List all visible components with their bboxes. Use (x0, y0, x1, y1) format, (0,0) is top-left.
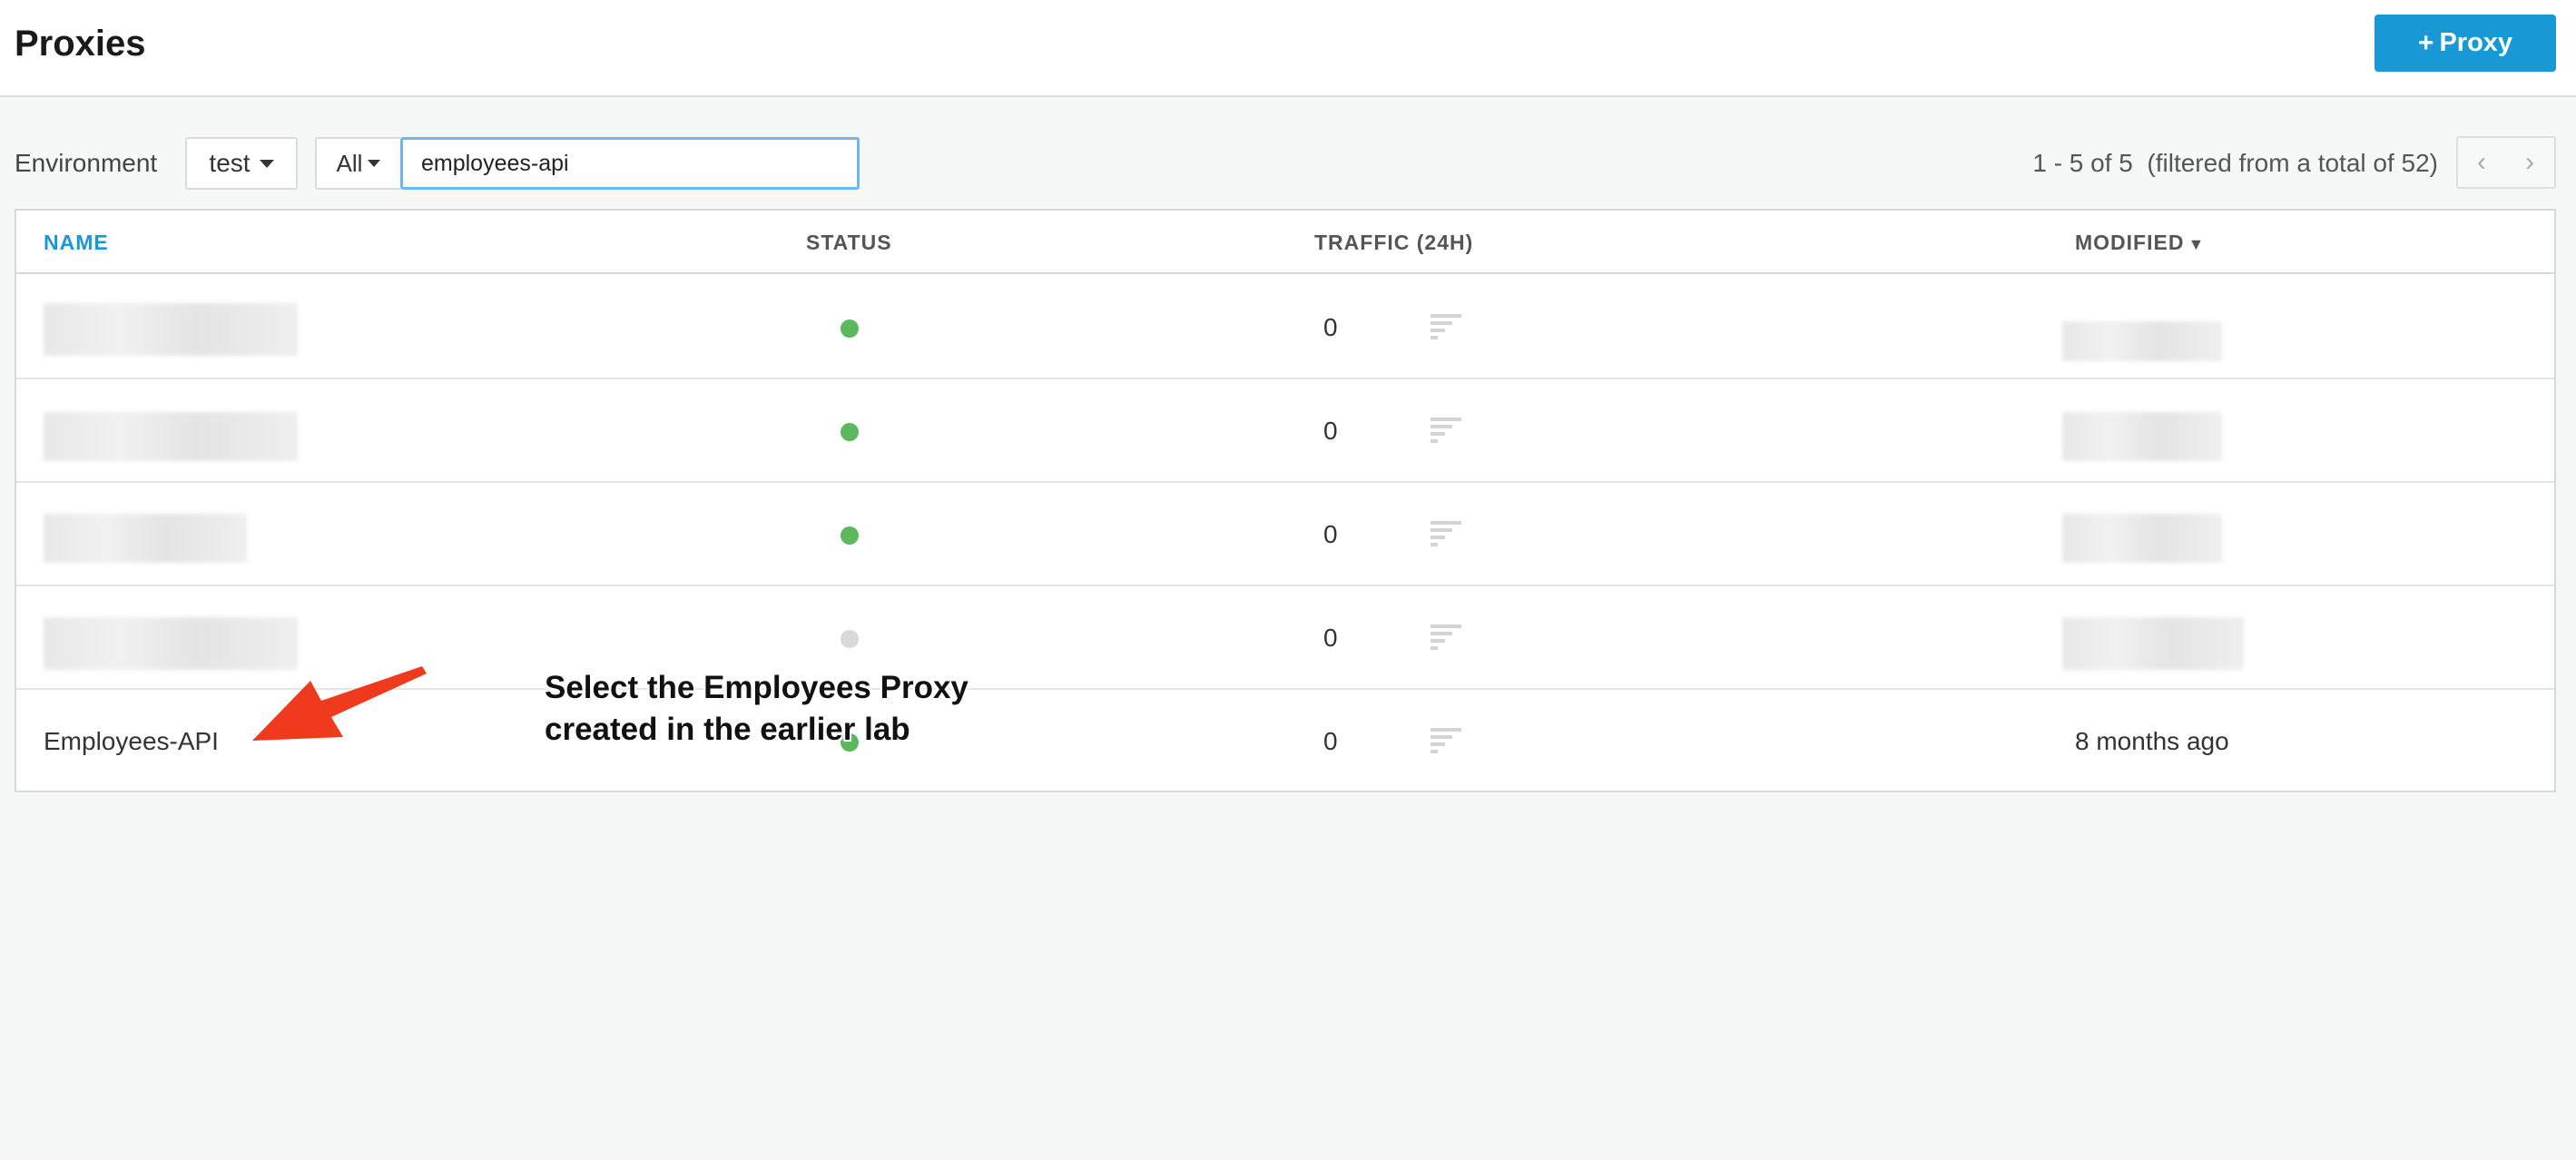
proxy-name[interactable]: Employees-API (44, 690, 219, 793)
table-header: NAME STATUS TRAFFIC (24H) MODIFIED ▼ (16, 211, 2554, 274)
redacted-modified (2062, 412, 2222, 461)
environment-select-value: test (209, 149, 251, 177)
annotation-line-2: created in the earlier lab (545, 712, 910, 747)
next-page-button[interactable]: › (2505, 136, 2556, 189)
redacted-name (44, 514, 247, 563)
page-header: Proxies + Proxy (0, 0, 2576, 97)
sort-descending-icon: ▼ (2188, 235, 2206, 253)
column-header-traffic[interactable]: TRAFFIC (24H) (1314, 211, 1473, 274)
environment-label: Environment (15, 149, 158, 177)
page-title: Proxies (15, 24, 146, 64)
column-header-name[interactable]: NAME (44, 211, 109, 274)
annotation-arrow-shape (252, 666, 427, 741)
column-header-modified[interactable]: MODIFIED ▼ (2075, 211, 2205, 276)
annotation-callout: Select the Employees Proxy created in th… (545, 667, 968, 751)
chevron-right-icon: › (2525, 147, 2534, 177)
environment-select[interactable]: test (185, 137, 298, 190)
pagination-summary: 1 - 5 of 5 (filtered from a total of 52) (2032, 149, 2438, 177)
redacted-name (44, 412, 298, 461)
traffic-count: 0 (1323, 624, 1338, 652)
column-header-status[interactable]: STATUS (806, 211, 892, 274)
chevron-down-icon (368, 160, 381, 167)
redacted-modified (2062, 321, 2222, 361)
status-indicator (841, 526, 859, 545)
redacted-name (44, 303, 298, 356)
previous-page-button[interactable]: ‹ (2456, 136, 2507, 189)
filter-scope-select[interactable]: All (315, 137, 400, 190)
traffic-chart-icon[interactable] (1431, 314, 1467, 341)
status-indicator (841, 319, 859, 338)
traffic-chart-icon[interactable] (1431, 418, 1467, 445)
column-header-modified-label: MODIFIED (2075, 231, 2185, 254)
traffic-count: 0 (1323, 313, 1338, 341)
add-proxy-button[interactable]: + Proxy (2374, 15, 2556, 72)
traffic-chart-icon[interactable] (1431, 624, 1467, 652)
status-indicator (841, 630, 859, 648)
chevron-down-icon (259, 159, 274, 168)
table-row[interactable]: 0 (16, 276, 2554, 379)
annotation-arrow-icon (252, 666, 427, 741)
redacted-modified (2062, 514, 2222, 563)
traffic-chart-icon[interactable] (1431, 521, 1467, 548)
table-row[interactable]: 0 (16, 483, 2554, 586)
redacted-modified (2062, 617, 2244, 670)
annotation-line-1: Select the Employees Proxy (545, 670, 968, 705)
traffic-count: 0 (1323, 417, 1338, 445)
filter-scope-value: All (336, 149, 363, 177)
plus-icon: + (2417, 27, 2434, 58)
traffic-count: 0 (1323, 520, 1338, 548)
add-proxy-button-label: Proxy (2439, 28, 2513, 57)
traffic-chart-icon[interactable] (1431, 728, 1467, 755)
traffic-count: 0 (1323, 727, 1338, 755)
search-input[interactable] (400, 137, 860, 190)
table-row[interactable]: 0 (16, 379, 2554, 483)
status-indicator (841, 423, 859, 441)
modified-date: 8 months ago (2075, 727, 2229, 755)
chevron-left-icon: ‹ (2477, 147, 2486, 177)
